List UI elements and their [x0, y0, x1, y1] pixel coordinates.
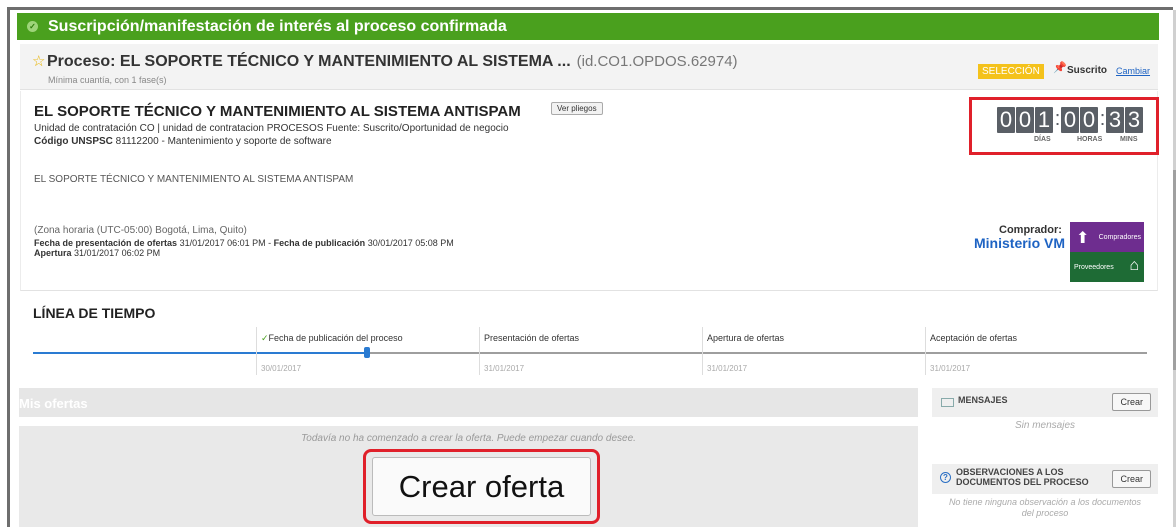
- process-header: ☆ Proceso: EL SOPORTE TÉCNICO Y MANTENIM…: [20, 44, 1158, 90]
- unspsc-label: Código UNSPSC: [34, 136, 113, 147]
- messages-header: MENSAJES Crear: [932, 388, 1158, 417]
- subscribed-label: Suscrito: [1067, 65, 1108, 76]
- hours-digit: 0: [1080, 107, 1098, 133]
- confirmation-banner: ✓ Suscripción/manifestación de interés a…: [17, 13, 1159, 40]
- timeline-stage-date: 31/01/2017: [707, 364, 748, 373]
- process-title-text: Proceso: EL SOPORTE TÉCNICO Y MANTENIMIE…: [47, 53, 571, 70]
- timeline-stage: Apertura de ofertas 31/01/2017: [702, 327, 784, 375]
- publication-date-label: Fecha de publicación: [273, 238, 366, 248]
- timeline-stage-label: Presentación de ofertas: [484, 333, 580, 343]
- offers-empty-message: Todavía no ha comenzado a crear la ofert…: [301, 433, 636, 444]
- status-badge: SELECCIÓN: [978, 64, 1044, 79]
- opening-date-label: Apertura: [34, 248, 72, 258]
- process-title: Proceso: EL SOPORTE TÉCNICO Y MANTENIMIE…: [47, 53, 738, 71]
- timeline-progress: [33, 352, 367, 354]
- countdown-separator: :: [1099, 108, 1106, 130]
- contracting-unit-line: Unidad de contratación CO | unidad de co…: [34, 123, 509, 134]
- opening-line: Apertura 31/01/2017 06:02 PM: [34, 248, 160, 258]
- logo-top-text: Compradores: [1098, 233, 1141, 241]
- unspsc-value: 81112200 - Mantenimiento y soporte de so…: [115, 136, 332, 147]
- logo-bottom-text: Proveedores: [1074, 263, 1114, 271]
- timeline-stage-date: 31/01/2017: [484, 364, 525, 373]
- timeline-stage: Presentación de ofertas 31/01/2017: [479, 327, 579, 375]
- timeline-stage-label: Apertura de ofertas: [707, 333, 785, 343]
- my-offers-header: Mis ofertas: [19, 388, 918, 417]
- detail-title: EL SOPORTE TÉCNICO Y MANTENIMIENTO AL SI…: [34, 103, 521, 120]
- timeline-stage-label: Aceptación de ofertas: [930, 333, 1018, 343]
- mins-digit: 3: [1125, 107, 1143, 133]
- mins-label: MINS: [1120, 136, 1138, 143]
- process-subtitle: Mínima cuantía, con 1 fase(s): [48, 75, 167, 85]
- presentation-date-label: Fecha de presentación de ofertas: [34, 238, 178, 248]
- countdown-separator: :: [1054, 108, 1061, 130]
- arrow-up-icon: ⬆: [1076, 230, 1090, 247]
- change-link[interactable]: Cambiar: [1116, 66, 1150, 76]
- buyer-name[interactable]: Ministerio VM: [974, 235, 1065, 251]
- days-digit: 0: [1016, 107, 1034, 133]
- create-observation-button[interactable]: Crear: [1112, 470, 1151, 488]
- process-detail-panel: EL SOPORTE TÉCNICO Y MANTENIMIENTO AL SI…: [20, 91, 1159, 291]
- countdown-timer: 0 0 1 : 0 0 : 3 3 DÍAS HORAS MINS: [969, 97, 1159, 155]
- publication-date-value: 30/01/2017 05:08 PM: [367, 238, 454, 248]
- observations-header: ? OBSERVACIONES A LOS DOCUMENTOS DEL PRO…: [932, 464, 1158, 494]
- create-message-button[interactable]: Crear: [1112, 393, 1151, 411]
- hours-digit: 0: [1061, 107, 1079, 133]
- logo-top: ⬆ Compradores: [1070, 222, 1144, 252]
- observations-title: OBSERVACIONES A LOS DOCUMENTOS DEL PROCE…: [956, 467, 1089, 487]
- timeline-stage-label: ✓Fecha de publicación del proceso: [261, 333, 403, 344]
- timeline-stage: ✓Fecha de publicación del proceso 30/01/…: [256, 327, 403, 375]
- process-id: (id.CO1.OPDOS.62974): [576, 53, 738, 70]
- detail-description: EL SOPORTE TÉCNICO Y MANTENIMIENTO AL SI…: [34, 174, 354, 185]
- dates-line: Fecha de presentación de ofertas 31/01/2…: [34, 238, 454, 248]
- check-icon: ✓: [27, 21, 38, 32]
- days-digit: 0: [997, 107, 1015, 133]
- timeline-stage-label-text: Fecha de publicación del proceso: [268, 333, 403, 343]
- no-observations-text: No tiene ninguna observación a los docum…: [948, 497, 1142, 518]
- countdown-digits: 0 0 1 : 0 0 : 3 3: [997, 107, 1144, 133]
- create-offer-button[interactable]: Crear oferta: [372, 457, 591, 516]
- no-messages-text: Sin mensajes: [1014, 420, 1076, 431]
- presentation-date-value: 31/01/2017 06:01 PM: [179, 238, 266, 248]
- unspsc-code-line: Código UNSPSC 81112200 - Mantenimiento y…: [34, 136, 332, 147]
- days-label: DÍAS: [1034, 136, 1051, 143]
- timeline-stage-date: 30/01/2017: [261, 364, 302, 373]
- check-icon: ✓: [261, 333, 269, 343]
- envelope-icon: [941, 398, 954, 407]
- logo-bottom: Proveedores ⌂: [1070, 252, 1144, 282]
- mins-digit: 3: [1106, 107, 1124, 133]
- pin-icon: 📌: [1053, 62, 1067, 74]
- timeline-stage-date: 31/01/2017: [930, 364, 971, 373]
- hours-label: HORAS: [1077, 136, 1103, 143]
- opening-date-value: 31/01/2017 06:02 PM: [74, 248, 161, 258]
- timeline-title: LÍNEA DE TIEMPO: [33, 305, 156, 321]
- help-icon: ?: [940, 472, 951, 483]
- ver-pliegos-button[interactable]: Ver pliegos: [551, 102, 603, 115]
- banner-title: Suscripción/manifestación de interés al …: [48, 17, 507, 35]
- my-offers-title: Mis ofertas: [19, 396, 88, 411]
- dates-separator: -: [265, 238, 274, 248]
- days-digit: 1: [1035, 107, 1053, 133]
- timezone-text: (Zona horaria (UTC-05:00) Bogotá, Lima, …: [34, 225, 247, 236]
- timeline-current-marker: [364, 347, 370, 358]
- timeline-stage: Aceptación de ofertas 31/01/2017: [925, 327, 1017, 375]
- messages-title: MENSAJES: [958, 395, 1008, 405]
- house-icon: ⌂: [1129, 257, 1139, 274]
- colombia-compra-logo: ⬆ Compradores Proveedores ⌂: [1070, 222, 1144, 282]
- star-icon[interactable]: ☆: [32, 52, 45, 70]
